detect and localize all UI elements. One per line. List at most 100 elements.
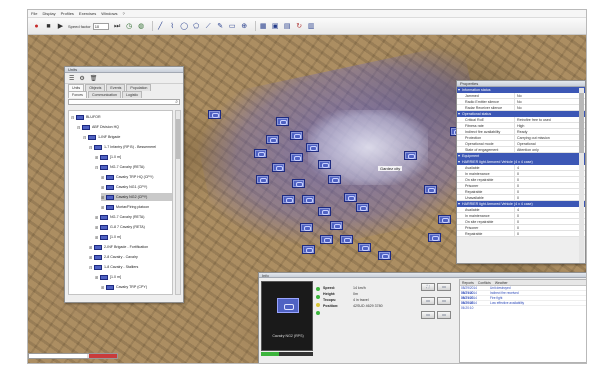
scrollbar-thumb[interactable] (176, 119, 180, 159)
filter-icon[interactable]: ⚙ (79, 75, 84, 82)
tab-population[interactable]: Population (126, 84, 152, 91)
tree-item[interactable]: ⊞ Cavalry NG2 (CPY) (101, 193, 172, 201)
tab-events[interactable]: Events (106, 84, 126, 91)
play-icon[interactable]: ▶ (56, 22, 65, 31)
tree-item[interactable]: ⊞ 2-INF Brigade - Fortification (89, 243, 172, 251)
tree-item[interactable]: ⊞ 2-8 Cavalry - Cavalry (89, 253, 172, 261)
unit-symbol[interactable] (424, 185, 437, 194)
timeline-bar[interactable] (28, 353, 118, 359)
menu-profiles[interactable]: Profiles (61, 11, 74, 16)
polygon-icon[interactable]: ⬠ (192, 22, 201, 31)
stop-icon[interactable]: ■ (44, 22, 53, 31)
refresh-icon[interactable]: ↻ (295, 22, 304, 31)
tree-item[interactable]: ⊟ 1-INF Brigade (83, 133, 172, 141)
tree-item[interactable]: ⊞ Cavalry TRP HQ (CPY) (101, 173, 172, 181)
scrollbar-thumb[interactable] (579, 93, 584, 153)
subtab-communication[interactable]: Communication (87, 91, 121, 98)
unit-symbol[interactable] (254, 149, 267, 158)
unit-symbol[interactable] (328, 175, 341, 184)
line-icon[interactable]: ╱ (156, 22, 165, 31)
info-action-button[interactable]: ▭ (437, 297, 451, 305)
unit-symbol[interactable] (358, 243, 371, 252)
menu-file[interactable]: File (31, 11, 37, 16)
tree-item[interactable]: ⊞ [1.0 m] (95, 153, 172, 161)
unit-symbol[interactable] (356, 203, 369, 212)
unit-symbol[interactable] (276, 117, 289, 126)
unit-tree-scrollbar[interactable] (175, 110, 181, 295)
unit-symbol[interactable] (290, 131, 303, 140)
properties-scrollbar[interactable] (579, 88, 584, 263)
menu-exercises[interactable]: Exercises (79, 11, 96, 16)
tree-item[interactable]: ⊞ Cavalry TRP (CPY) (101, 283, 172, 291)
info-action-button[interactable]: ▭ (421, 297, 435, 305)
tree-item[interactable]: ⊟ BLUFOR (71, 113, 172, 121)
info-action-button[interactable]: ⛶ (421, 283, 435, 291)
unit-icon[interactable]: ▣ (271, 22, 280, 31)
tree-item[interactable]: ⊟ NG-7 Cavalry (RETA) (95, 163, 172, 171)
path-icon[interactable]: ⌇ (168, 22, 177, 31)
unit-symbol[interactable] (302, 195, 315, 204)
zoom-icon[interactable]: ⊕ (240, 22, 249, 31)
unit-symbol[interactable] (318, 160, 331, 169)
message-tab[interactable]: Reports (460, 280, 476, 285)
unit-symbol[interactable] (302, 245, 315, 254)
tab-units[interactable]: Units (68, 84, 85, 91)
unit-symbol[interactable] (318, 207, 331, 216)
point-icon[interactable]: ✎ (216, 22, 225, 31)
subtab-forces[interactable]: Forces (68, 91, 87, 98)
unit-search-input[interactable]: ⌕ (68, 99, 180, 105)
unit-symbol[interactable] (290, 153, 303, 162)
unit-symbol[interactable] (266, 135, 279, 144)
tab-objects[interactable]: Objects (85, 84, 106, 91)
search-icon[interactable]: ⌕ (175, 99, 178, 105)
unit-symbol[interactable] (438, 215, 451, 224)
unit-symbol[interactable] (404, 151, 417, 160)
unit-symbol[interactable] (340, 235, 353, 244)
tree-item[interactable]: ⊞ Cavalry NG1 (CPY) (101, 183, 172, 191)
message-tab[interactable]: Conflicts (476, 280, 493, 285)
rectangle-icon[interactable]: ▭ (228, 22, 237, 31)
unit-symbol[interactable] (282, 195, 295, 204)
unit-symbol[interactable] (208, 110, 221, 119)
ellipse-icon[interactable]: ◯ (180, 22, 189, 31)
globe-icon[interactable]: ◍ (137, 22, 146, 31)
tree-item[interactable]: ⊞ [1.0 m] (95, 273, 172, 281)
property-section-header[interactable]: Information status (457, 87, 585, 93)
clock-icon[interactable]: ◷ (125, 22, 134, 31)
unit-symbol[interactable] (330, 221, 343, 230)
unit-symbol[interactable] (320, 235, 333, 244)
unit-symbol[interactable] (428, 233, 441, 242)
message-row[interactable]: 08/29/2014 06:20:10 Low effective availab… (460, 301, 586, 310)
tree-item[interactable]: ⊟ ABF Division HQ (77, 123, 172, 131)
property-section-header[interactable]: HARRIER light Armored Vehicle (4 x 4 cas… (457, 201, 585, 207)
property-section-header[interactable]: HARRIER light Armored Vehicle (4 x 4 cas… (457, 159, 585, 165)
tree-item[interactable]: ⊞ [1.0 m] (95, 233, 172, 241)
menu-display[interactable]: Display (42, 11, 55, 16)
record-icon[interactable]: ● (32, 22, 41, 31)
measure-icon[interactable]: ⟋ (204, 22, 213, 31)
map-icon[interactable]: ▥ (307, 22, 316, 31)
grid-icon[interactable]: ▦ (259, 22, 268, 31)
speed-factor-input[interactable]: 10 (92, 22, 109, 30)
menu-windows[interactable]: Windows (101, 11, 117, 16)
property-section-header[interactable]: Operational status (457, 111, 585, 117)
info-action-button[interactable]: ▭ (437, 283, 451, 291)
delete-icon[interactable]: 🗑 (90, 75, 98, 82)
unit-symbol[interactable] (256, 175, 269, 184)
unit-group-icon[interactable]: ▤ (283, 22, 292, 31)
tree-item[interactable]: ⊟ 1-7 Infantry (RP B) - Bessemerel (89, 143, 172, 151)
subtab-logistic[interactable]: Logistic (121, 91, 143, 98)
step-icon[interactable]: ⏭ (113, 22, 122, 31)
unit-symbol[interactable] (300, 223, 313, 232)
tree-item[interactable]: ⊞ Mortar/Firing platoon (101, 203, 172, 211)
tree-item[interactable]: ⊞ G-8 7 Cavalry (RETA) (95, 223, 172, 231)
tree-item[interactable]: ⊞ NG-7 Cavalry (RETA) (95, 213, 172, 221)
unit-symbol[interactable] (378, 251, 391, 260)
info-action-button[interactable]: ▭ (421, 311, 435, 319)
list-view-icon[interactable]: ☰ (69, 75, 74, 82)
unit-symbol[interactable] (344, 193, 357, 202)
unit-symbol[interactable] (272, 163, 285, 172)
info-action-button[interactable]: ▭ (437, 311, 451, 319)
message-tab[interactable]: Weather (493, 280, 510, 285)
unit-symbol[interactable] (292, 179, 305, 188)
